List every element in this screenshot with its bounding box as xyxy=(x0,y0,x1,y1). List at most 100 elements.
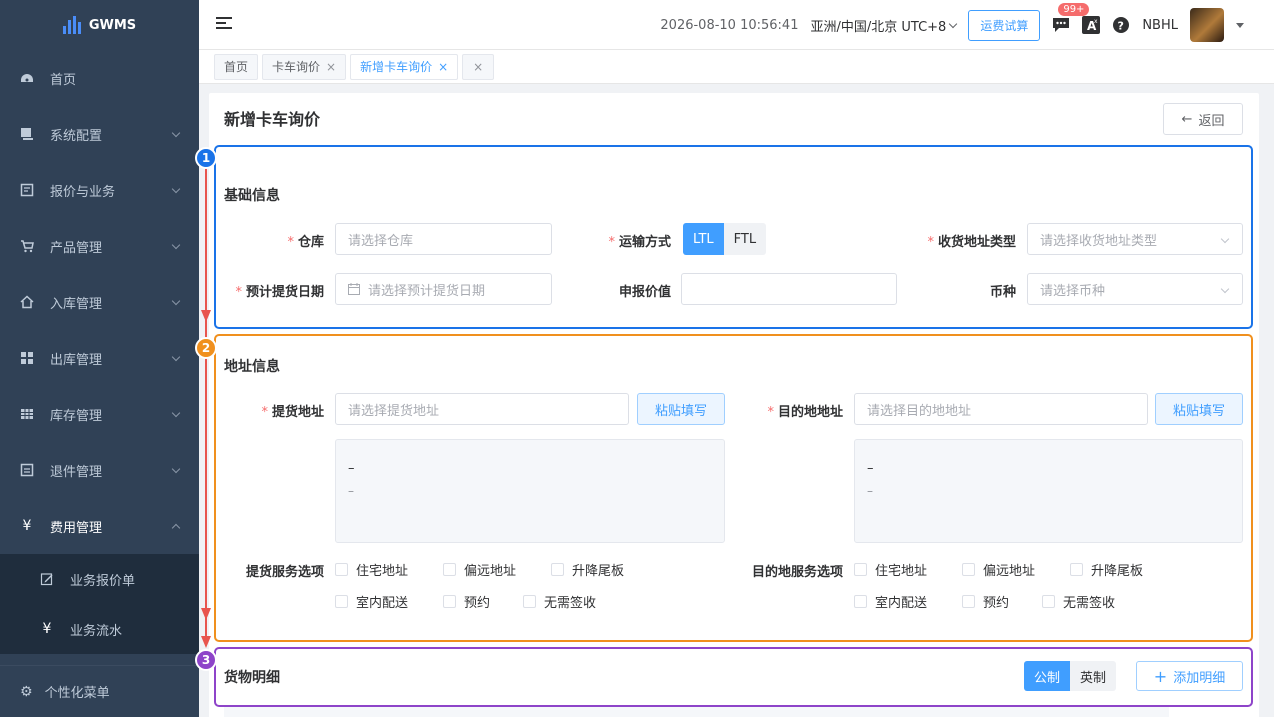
pickup-opt-inside[interactable]: 室内配送 xyxy=(335,592,408,611)
sidebar-item-returns[interactable]: 退件管理 xyxy=(0,442,199,498)
topbar-right: 2026-08-10 10:56:41 亚洲/中国/北京 UTC+8 运费试算 … xyxy=(660,0,1244,50)
dest-opt-liftgate[interactable]: 升降尾板 xyxy=(1070,560,1143,579)
close-icon[interactable]: × xyxy=(473,60,483,74)
tab-home[interactable]: 首页 xyxy=(214,53,259,80)
dest-opt-appointment[interactable]: 预约 xyxy=(962,592,1009,611)
declared-value-input[interactable] xyxy=(681,273,897,305)
close-icon[interactable]: × xyxy=(438,60,448,74)
timezone-label: 亚洲/中国/北京 UTC+8 xyxy=(810,19,947,35)
addr-type-select[interactable]: 请选择收货地址类型 xyxy=(1027,223,1243,255)
dest-address-preview: – – xyxy=(854,439,1243,543)
username: NBHL xyxy=(1142,17,1178,33)
dest-opt-residential[interactable]: 住宅地址 xyxy=(854,560,927,579)
pickup-address-label: * 提货地址 xyxy=(261,405,324,420)
checkbox[interactable] xyxy=(962,563,975,576)
menu-toggle-icon[interactable] xyxy=(216,17,232,31)
sidebar-item-quote[interactable]: 报价与业务 xyxy=(0,162,199,218)
section-basic-title: 基础信息 xyxy=(224,188,280,204)
sidebar-item-label: 退件管理 xyxy=(50,464,103,480)
checkbox[interactable] xyxy=(335,563,348,576)
pickup-paste-button[interactable]: 粘贴填写 xyxy=(637,393,725,425)
tab-blank[interactable]: × xyxy=(462,53,495,80)
quote-icon xyxy=(20,183,34,197)
freight-calc-button[interactable]: 运费试算 xyxy=(968,9,1041,41)
svg-text:?: ? xyxy=(1118,20,1124,33)
checkbox[interactable] xyxy=(443,595,456,608)
checkbox[interactable] xyxy=(1070,563,1083,576)
checkbox[interactable] xyxy=(854,595,867,608)
sidebar-item-label: 出库管理 xyxy=(50,352,103,368)
translate-icon[interactable]: Ax xyxy=(1082,16,1101,34)
pickup-date-picker[interactable]: 请选择预计提货日期 xyxy=(335,273,552,305)
sidebar-item-system-config[interactable]: 系统配置 xyxy=(0,106,199,162)
checkbox[interactable] xyxy=(443,563,456,576)
dest-opt-inside[interactable]: 室内配送 xyxy=(854,592,927,611)
chevron-down-icon xyxy=(171,184,181,194)
pickup-opt-nosign[interactable]: 无需签收 xyxy=(523,592,596,611)
declared-value-label: 申报价值 xyxy=(618,285,671,300)
dest-paste-button[interactable]: 粘贴填写 xyxy=(1155,393,1243,425)
warehouse-select[interactable]: 请选择仓库 xyxy=(335,223,552,255)
unit-imperial[interactable]: 英制 xyxy=(1070,661,1117,691)
pickup-opt-remote[interactable]: 偏远地址 xyxy=(443,560,516,579)
dest-opt-nosign[interactable]: 无需签收 xyxy=(1042,592,1115,611)
pickup-address-select[interactable]: 请选择提货地址 xyxy=(335,393,629,425)
sidebar-item-inbound[interactable]: 入库管理 xyxy=(0,274,199,330)
chevron-up-icon xyxy=(171,523,181,533)
logo[interactable]: GWMS xyxy=(0,0,199,50)
sidebar-subitem-transactions[interactable]: ¥ 业务流水 xyxy=(0,604,199,654)
pickup-opt-residential[interactable]: 住宅地址 xyxy=(335,560,408,579)
dest-address-select[interactable]: 请选择目的地地址 xyxy=(854,393,1148,425)
content-card: 新增卡车询价 ← 返回 基础信息 * 仓库 请选择仓库 * 运输方式 LTL FTL… xyxy=(209,93,1259,717)
caret-down-icon[interactable] xyxy=(1236,22,1244,28)
checkbox[interactable] xyxy=(962,595,975,608)
transport-toggle[interactable]: LTL FTL xyxy=(683,223,767,255)
close-icon[interactable]: × xyxy=(326,60,336,74)
edit-icon xyxy=(40,572,54,586)
calendar-icon xyxy=(348,283,360,295)
custom-menu-button[interactable]: ⚙ 个性化菜单 xyxy=(0,665,199,717)
checkbox[interactable] xyxy=(854,563,867,576)
message-icon[interactable]: 99+ xyxy=(1052,3,1090,34)
avatar[interactable] xyxy=(1190,8,1224,42)
transport-ftl[interactable]: FTL xyxy=(723,223,767,255)
tab-label: 卡车询价 xyxy=(272,60,321,74)
checkbox[interactable] xyxy=(523,595,536,608)
tab-label: 新增卡车询价 xyxy=(360,60,433,74)
notification-badge: 99+ xyxy=(1058,3,1090,16)
unit-metric[interactable]: 公制 xyxy=(1024,661,1071,691)
sidebar-item-label: 业务报价单 xyxy=(70,573,136,589)
sidebar-item-fees[interactable]: ¥ 费用管理 xyxy=(0,498,199,554)
annotation-number-2: 2 xyxy=(195,337,217,359)
table-icon xyxy=(20,407,34,421)
tab-new-truck-inquiry[interactable]: 新增卡车询价 × xyxy=(350,53,459,80)
sidebar-item-home[interactable]: 首页 xyxy=(0,50,199,106)
svg-text:x: x xyxy=(1094,18,1098,25)
chevron-down-icon xyxy=(1220,284,1230,294)
sidebar-subitem-quote-sheet[interactable]: 业务报价单 xyxy=(0,554,199,604)
settings-icon xyxy=(20,127,34,141)
checkbox[interactable] xyxy=(1042,595,1055,608)
back-button[interactable]: ← 返回 xyxy=(1163,103,1243,135)
transport-ltl[interactable]: LTL xyxy=(683,223,724,255)
pickup-opt-appointment[interactable]: 预约 xyxy=(443,592,490,611)
unit-toggle[interactable]: 公制 英制 xyxy=(1024,661,1117,691)
chevron-down-icon xyxy=(171,352,181,362)
gear-icon: ⚙ xyxy=(20,683,33,700)
help-icon[interactable]: ? xyxy=(1112,16,1130,34)
sidebar: GWMS 首页 系统配置 报价与业务 产品管理 入库管理 出库管理 库存管理 退… xyxy=(0,0,199,717)
checkbox[interactable] xyxy=(335,595,348,608)
timezone-select[interactable]: 亚洲/中国/北京 UTC+8 xyxy=(810,16,958,35)
dest-opt-remote[interactable]: 偏远地址 xyxy=(962,560,1035,579)
tags-view: 首页 卡车询价 × 新增卡车询价 × × xyxy=(199,50,1274,84)
checkbox[interactable] xyxy=(551,563,564,576)
pickup-opt-liftgate[interactable]: 升降尾板 xyxy=(551,560,624,579)
currency-select[interactable]: 请选择币种 xyxy=(1027,273,1243,305)
tab-truck-inquiry[interactable]: 卡车询价 × xyxy=(262,53,347,80)
sidebar-item-product[interactable]: 产品管理 xyxy=(0,218,199,274)
chevron-down-icon xyxy=(171,296,181,306)
sidebar-item-outbound[interactable]: 出库管理 xyxy=(0,330,199,386)
annotation-number-3: 3 xyxy=(195,649,217,671)
sidebar-item-inventory[interactable]: 库存管理 xyxy=(0,386,199,442)
add-detail-button[interactable]: + 添加明细 xyxy=(1136,661,1243,691)
